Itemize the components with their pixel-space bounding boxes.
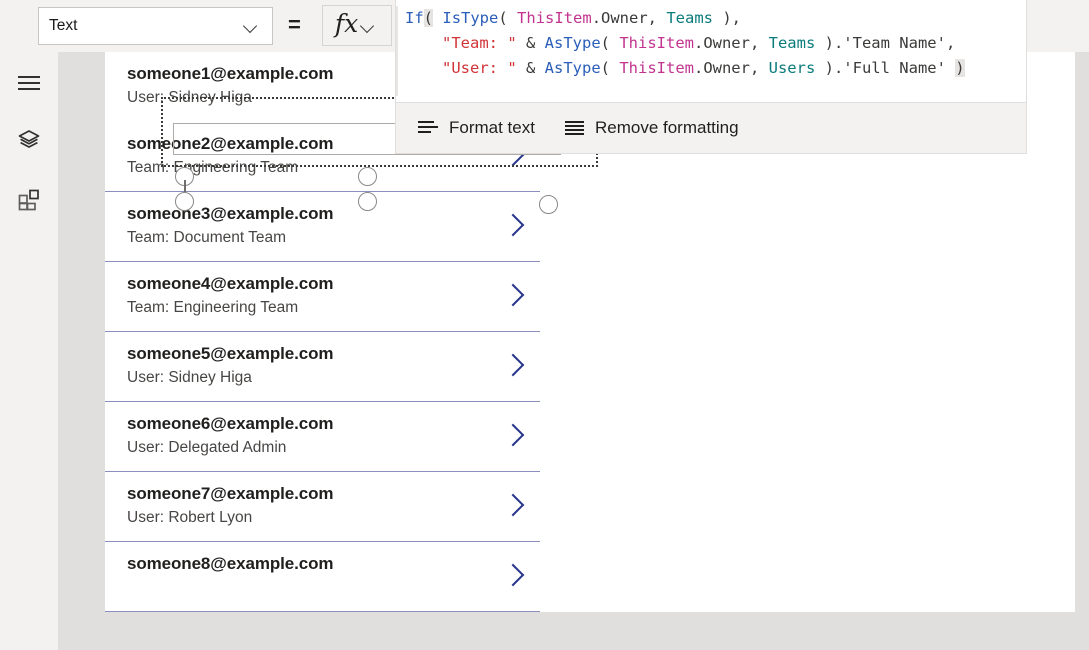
formula-line: "Team: " & AsType( ThisItem.Owner, Teams… <box>396 31 1026 56</box>
formula-token: ).'Team Name', <box>815 34 956 52</box>
formula-line: "User: " & AsType( ThisItem.Owner, Users… <box>396 56 1026 81</box>
chevron-right-icon[interactable] <box>505 566 522 583</box>
formula-token: ThisItem <box>619 34 694 52</box>
formula-token: ThisItem <box>619 59 694 77</box>
gallery-row[interactable]: someone8@example.com <box>105 542 540 612</box>
formula-token: .Owner, <box>591 9 667 27</box>
gallery-row-title: someone5@example.com <box>127 344 334 363</box>
formula-bar[interactable]: If( IsType( ThisItem.Owner, Teams ), "Tea… <box>395 0 1027 103</box>
remove-formatting-icon <box>564 120 584 136</box>
gallery-row[interactable]: someone4@example.com Team: Engineering Te… <box>105 262 540 332</box>
layers-icon <box>17 128 41 157</box>
gallery-row-subtitle: User: Delegated Admin <box>127 439 287 456</box>
gallery-row-title: someone2@example.com <box>127 134 334 153</box>
chevron-right-icon[interactable] <box>505 356 522 373</box>
formula-token: ThisItem <box>517 9 592 27</box>
gallery-row-subtitle: User: Robert Lyon <box>127 509 253 526</box>
gallery-row[interactable]: someone7@example.com User: Robert Lyon <box>105 472 540 542</box>
resize-handle-top-middle[interactable] <box>358 167 377 186</box>
formula-token: ( <box>600 34 620 52</box>
format-text-label: Format text <box>449 118 535 137</box>
formula-token: IsType <box>442 9 499 27</box>
equals-sign: = <box>288 12 301 37</box>
chevron-right-icon[interactable] <box>505 216 522 233</box>
resize-handle-bottom-left[interactable] <box>175 192 194 211</box>
gallery-row-title: someone3@example.com <box>127 204 334 223</box>
property-dropdown-value: Text <box>49 17 78 34</box>
gallery-row-title: someone6@example.com <box>127 414 334 433</box>
gallery-row-subtitle: Team: Document Team <box>127 229 287 246</box>
formula-token: .Owner, <box>693 34 769 52</box>
formula-token: AsType <box>544 59 601 77</box>
chevron-down-icon <box>244 19 258 33</box>
hamburger-menu-icon <box>18 76 40 90</box>
chevron-right-icon[interactable] <box>505 426 522 443</box>
gallery-row-title: someone8@example.com <box>127 554 334 573</box>
formula-token: ) <box>955 59 965 77</box>
gallery-row-title: someone1@example.com <box>127 64 334 83</box>
formula-token: ( <box>498 9 518 27</box>
fx-button[interactable]: fx <box>322 5 392 46</box>
formula-token: "Team: " <box>442 34 517 52</box>
formula-token: ( <box>600 59 620 77</box>
formula-token: ( <box>423 9 434 27</box>
chevron-down-icon <box>361 19 375 33</box>
gallery-row[interactable]: someone5@example.com User: Sidney Higa <box>105 332 540 402</box>
resize-handle-bottom-middle[interactable] <box>358 192 377 211</box>
gallery-row-subtitle: Team: Engineering Team <box>127 299 299 316</box>
formula-token: ).'Full Name' <box>815 59 956 77</box>
formula-token <box>433 9 442 27</box>
gallery-row[interactable]: someone6@example.com User: Delegated Admi… <box>105 402 540 472</box>
formula-token: & <box>516 34 545 52</box>
formula-token: ), <box>713 9 742 27</box>
gallery-row-subtitle: User: Sidney Higa <box>127 89 252 106</box>
gallery-row-title: someone4@example.com <box>127 274 334 293</box>
formula-token: .Owner, <box>693 59 769 77</box>
format-text-icon <box>418 121 438 135</box>
chevron-right-icon[interactable] <box>505 286 522 303</box>
sidebar-item-components[interactable] <box>12 185 46 219</box>
formula-token: If <box>405 9 424 27</box>
gallery-row-subtitle: Team: Engineering Team <box>127 159 299 176</box>
sidebar-item-tree-view[interactable] <box>12 125 46 159</box>
formula-token: "User: " <box>442 59 517 77</box>
fx-icon: fx <box>334 9 359 38</box>
gallery-row[interactable]: someone3@example.com Team: Document Team <box>105 192 540 262</box>
formula-token: Teams <box>666 9 714 27</box>
formula-token: Teams <box>768 34 816 52</box>
app-root: someone1@example.com User: Sidney Higa som… <box>0 0 1089 650</box>
chevron-right-icon[interactable] <box>505 496 522 513</box>
formula-text[interactable]: If( IsType( ThisItem.Owner, Teams ), "Tea… <box>396 6 1026 81</box>
property-dropdown[interactable]: Text <box>38 7 273 45</box>
format-text-button[interactable]: Format text <box>418 118 535 138</box>
formula-token: AsType <box>544 34 601 52</box>
text-caret <box>184 180 186 192</box>
left-rail <box>0 52 58 650</box>
gallery-row-title: someone7@example.com <box>127 484 334 503</box>
formula-line: If( IsType( ThisItem.Owner, Teams ), <box>396 6 1026 31</box>
formula-token: Users <box>768 59 816 77</box>
remove-formatting-button[interactable]: Remove formatting <box>564 118 739 138</box>
remove-formatting-label: Remove formatting <box>594 118 739 137</box>
format-toolbar: Format text Remove formatting <box>395 103 1027 154</box>
formula-token: & <box>516 59 545 77</box>
components-grid-icon <box>17 188 41 217</box>
resize-handle-bottom-right[interactable] <box>539 195 558 214</box>
sidebar-item-menu[interactable] <box>12 66 46 100</box>
gallery-row-subtitle: User: Sidney Higa <box>127 369 252 386</box>
formula-gutter <box>396 6 398 96</box>
